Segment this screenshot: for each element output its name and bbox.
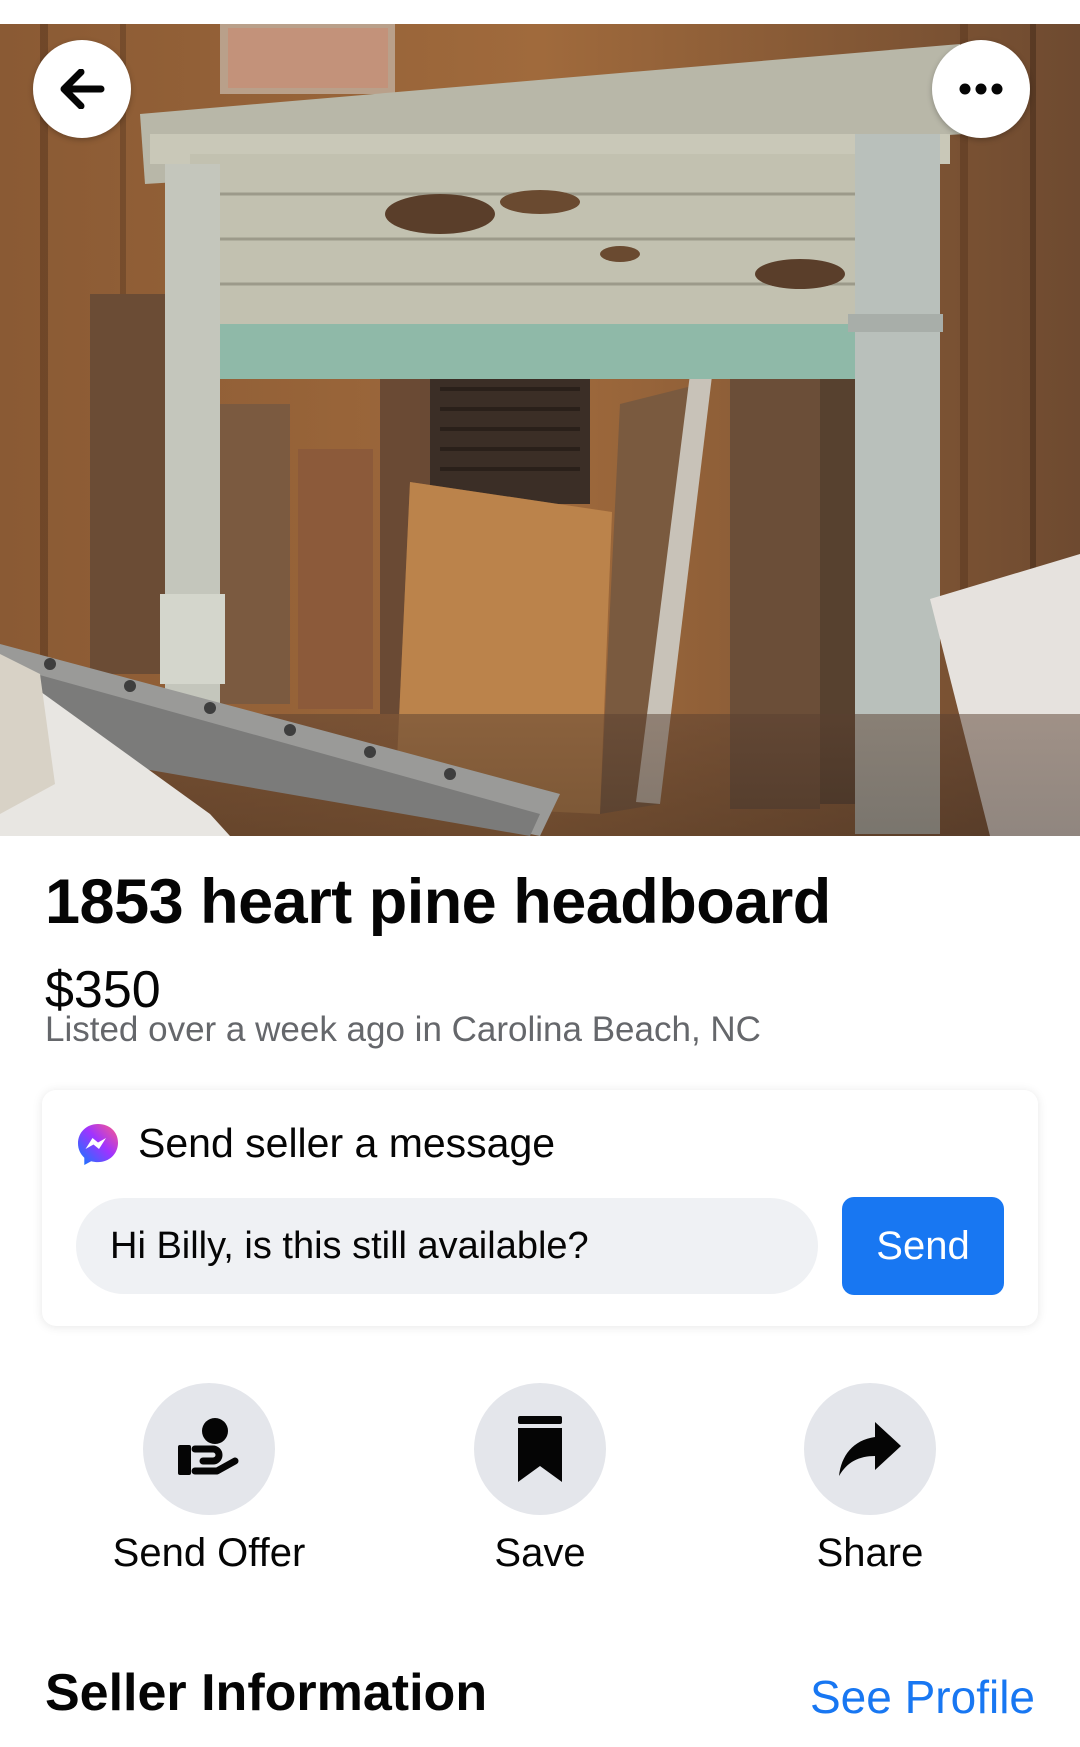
see-profile-link[interactable]: See Profile <box>810 1670 1035 1724</box>
send-offer-label: Send Offer <box>112 1531 306 1575</box>
bookmark-icon <box>518 1416 562 1482</box>
message-card-header: Send seller a message <box>76 1120 555 1167</box>
save-label: Save <box>494 1531 586 1575</box>
back-button[interactable] <box>33 40 131 138</box>
share-label: Share <box>816 1531 924 1575</box>
listing-title: 1853 heart pine headboard <box>45 867 831 937</box>
listing-meta: Listed over a week ago in Carolina Beach… <box>45 1010 761 1049</box>
share-arrow-icon <box>839 1422 901 1476</box>
save-button[interactable] <box>474 1383 606 1515</box>
message-seller-card: Send seller a message Hi Billy, is this … <box>42 1090 1038 1326</box>
share-button[interactable] <box>804 1383 936 1515</box>
message-input-value: Hi Billy, is this still available? <box>110 1224 589 1267</box>
listing-photo[interactable] <box>0 24 1080 836</box>
share-action[interactable]: Share <box>720 1383 1020 1576</box>
more-options-button[interactable] <box>932 40 1030 138</box>
seller-information-heading: Seller Information <box>45 1664 488 1722</box>
send-offer-button[interactable] <box>143 1383 275 1515</box>
messenger-icon <box>78 1123 118 1165</box>
message-card-heading: Send seller a message <box>138 1120 556 1166</box>
save-action[interactable]: Save <box>390 1383 690 1576</box>
arrow-left-icon <box>60 69 105 109</box>
message-input[interactable]: Hi Billy, is this still available? <box>76 1198 818 1294</box>
offer-hand-icon <box>178 1418 239 1475</box>
marketplace-listing-page: 1853 heart pine headboard $350 Listed ov… <box>0 0 1080 1747</box>
send-offer-action[interactable]: Send Offer <box>59 1383 359 1576</box>
more-horizontal-icon <box>959 83 1003 95</box>
listing-photo-illustration <box>0 24 1080 836</box>
send-button[interactable]: Send <box>842 1197 1004 1295</box>
